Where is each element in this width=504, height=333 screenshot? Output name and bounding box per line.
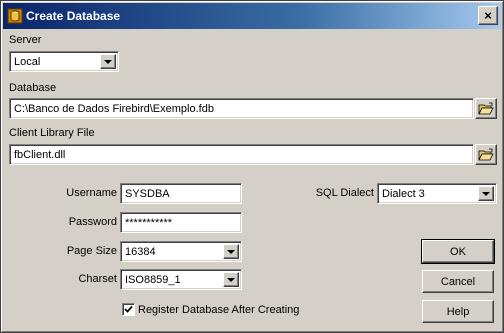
cancel-button-label: Cancel xyxy=(440,275,476,288)
sql-dialect-select[interactable]: Dialect 3 xyxy=(377,183,497,204)
charset-label: Charset xyxy=(78,273,117,285)
client-library-value: fbClient.dll xyxy=(14,148,66,161)
charset-dropdown-button[interactable] xyxy=(223,272,239,287)
chevron-down-icon xyxy=(227,277,235,282)
close-icon: × xyxy=(484,8,492,23)
password-value: *********** xyxy=(125,216,173,229)
database-app-icon xyxy=(7,8,23,24)
cancel-button[interactable]: Cancel xyxy=(422,270,494,293)
register-database-label[interactable]: Register Database After Creating xyxy=(138,304,299,316)
page-size-value: 16384 xyxy=(125,245,156,258)
help-button[interactable]: Help xyxy=(422,300,494,323)
database-path-input[interactable]: C:\Banco de Dados Firebird\Exemplo.fdb xyxy=(9,98,474,119)
client-library-label: Client Library File xyxy=(9,127,95,139)
password-input[interactable]: *********** xyxy=(120,212,242,233)
sql-dialect-value: Dialect 3 xyxy=(382,187,425,200)
username-input[interactable]: SYSDBA xyxy=(120,183,242,204)
page-size-dropdown-button[interactable] xyxy=(223,244,239,259)
open-folder-icon xyxy=(478,102,494,114)
create-database-dialog: Create Database × Server Local Database … xyxy=(0,0,504,333)
chevron-down-icon xyxy=(227,249,235,254)
ok-button-label: OK xyxy=(450,245,466,258)
page-size-select[interactable]: 16384 xyxy=(120,241,242,262)
username-label: Username xyxy=(66,187,117,199)
register-database-checkbox[interactable] xyxy=(122,303,135,316)
database-path-value: C:\Banco de Dados Firebird\Exemplo.fdb xyxy=(14,102,214,115)
title-bar[interactable]: Create Database × xyxy=(3,3,501,29)
checkmark-icon xyxy=(124,305,133,313)
client-library-browse-button[interactable] xyxy=(475,144,497,165)
server-dropdown-button[interactable] xyxy=(100,54,116,69)
server-select[interactable]: Local xyxy=(9,51,119,72)
chevron-down-icon xyxy=(104,59,112,64)
database-browse-button[interactable] xyxy=(475,98,497,119)
charset-value: ISO8859_1 xyxy=(125,273,181,286)
open-folder-icon xyxy=(478,148,494,160)
password-label: Password xyxy=(68,216,117,228)
charset-select[interactable]: ISO8859_1 xyxy=(120,269,242,290)
ok-button[interactable]: OK xyxy=(421,239,495,264)
close-button[interactable]: × xyxy=(478,6,498,25)
server-select-value: Local xyxy=(14,55,41,68)
server-label: Server xyxy=(9,34,42,46)
chevron-down-icon xyxy=(482,191,490,196)
sql-dialect-dropdown-button[interactable] xyxy=(478,186,494,201)
client-library-input[interactable]: fbClient.dll xyxy=(9,144,474,165)
username-value: SYSDBA xyxy=(125,187,170,200)
page-size-label: Page Size xyxy=(66,245,117,257)
help-button-label: Help xyxy=(446,305,470,318)
database-label: Database xyxy=(9,82,57,94)
window-title: Create Database xyxy=(26,9,121,23)
sql-dialect-label: SQL Dialect xyxy=(315,187,374,199)
